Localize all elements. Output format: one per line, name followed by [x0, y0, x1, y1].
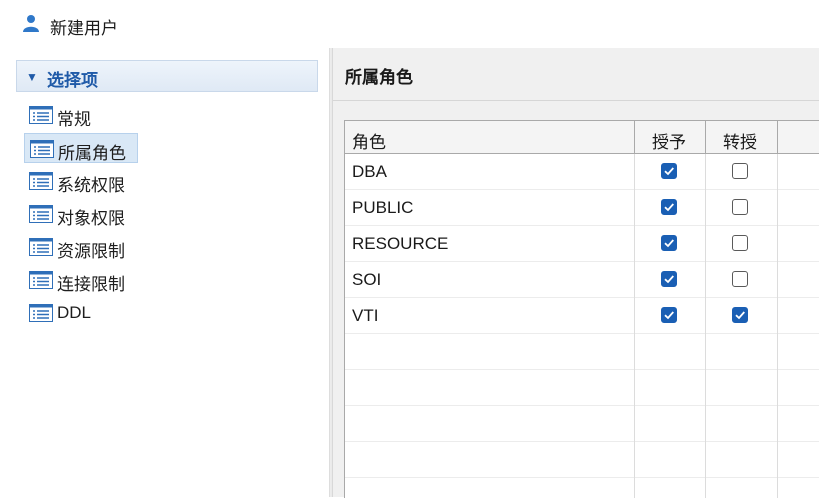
role-name: DBA [352, 162, 387, 181]
list-icon [29, 238, 53, 256]
list-icon [29, 205, 53, 223]
role-name: VTI [352, 306, 379, 325]
table-row[interactable]: RESOURCE [345, 226, 819, 262]
section-title: 选择项 [47, 71, 98, 90]
delegate-checkbox[interactable] [732, 307, 748, 323]
sidebar-item-label: 资源限制 [57, 242, 125, 261]
sidebar-item-label: DDL [57, 303, 92, 322]
sidebar-item[interactable]: 资源限制 [24, 232, 138, 262]
column-header-role[interactable]: 角色 [345, 121, 634, 154]
user-icon [23, 15, 39, 32]
window-title: 新建用户 [50, 19, 118, 38]
header-divider[interactable] [705, 121, 706, 154]
sidebar: ▼ 选择项 常规所属角色系统权限对象权限资源限制连接限制 DDL [0, 48, 329, 497]
role-name: PUBLIC [352, 198, 414, 217]
role-name: SOI [352, 270, 382, 289]
sidebar-item[interactable]: 所属角色 [24, 133, 138, 163]
sidebar-item[interactable]: 系统权限 [24, 166, 138, 196]
table-row [345, 334, 819, 370]
column-divider [777, 121, 778, 498]
table-row[interactable]: DBA [345, 154, 819, 190]
grant-checkbox[interactable] [661, 307, 677, 323]
list-icon [29, 172, 53, 190]
table-row[interactable]: PUBLIC [345, 190, 819, 226]
sidebar-item[interactable]: 对象权限 [24, 199, 138, 229]
sidebar-item-label: 系统权限 [57, 176, 125, 195]
column-header-delegate[interactable]: 转授 [705, 121, 777, 154]
collapse-arrow-icon[interactable]: ▼ [26, 70, 38, 84]
list-icon [30, 140, 54, 158]
sidebar-item[interactable]: 连接限制 [24, 265, 138, 295]
list-icon [29, 304, 53, 322]
sidebar-item[interactable]: DDL [24, 298, 96, 328]
column-divider [634, 121, 635, 498]
delegate-checkbox[interactable] [732, 163, 748, 179]
main-panel: 所属角色 角色 授予 转授 DBA PUBLIC RESOURCE SOI VTI [333, 48, 819, 498]
role-name: RESOURCE [352, 234, 449, 253]
table-row [345, 478, 819, 498]
table-row [345, 442, 819, 478]
section-header-options[interactable]: ▼ 选择项 [16, 60, 318, 92]
grant-checkbox[interactable] [661, 163, 677, 179]
list-icon [29, 106, 53, 124]
sidebar-item-label: 常规 [57, 110, 91, 129]
grant-checkbox[interactable] [661, 199, 677, 215]
title-bar: 新建用户 [0, 0, 819, 48]
header-divider[interactable] [777, 121, 778, 154]
sidebar-item-label: 连接限制 [57, 275, 125, 294]
delegate-checkbox[interactable] [732, 199, 748, 215]
sidebar-item[interactable]: 常规 [24, 100, 94, 130]
table-row[interactable]: VTI [345, 298, 819, 334]
delegate-checkbox[interactable] [732, 235, 748, 251]
column-header-empty [777, 121, 819, 154]
table-row [345, 370, 819, 406]
panel-title: 所属角色 [345, 68, 413, 87]
table-row[interactable]: SOI [345, 262, 819, 298]
column-header-grant[interactable]: 授予 [634, 121, 705, 154]
roles-table: 角色 授予 转授 DBA PUBLIC RESOURCE SOI VTI [344, 120, 819, 498]
sidebar-item-label: 对象权限 [57, 209, 125, 228]
header-divider[interactable] [634, 121, 635, 154]
sidebar-item-label: 所属角色 [58, 144, 126, 163]
table-row [345, 406, 819, 442]
delegate-checkbox[interactable] [732, 271, 748, 287]
grant-checkbox[interactable] [661, 271, 677, 287]
list-icon [29, 271, 53, 289]
grant-checkbox[interactable] [661, 235, 677, 251]
panel-header: 所属角色 [333, 48, 819, 101]
column-divider [705, 121, 706, 498]
